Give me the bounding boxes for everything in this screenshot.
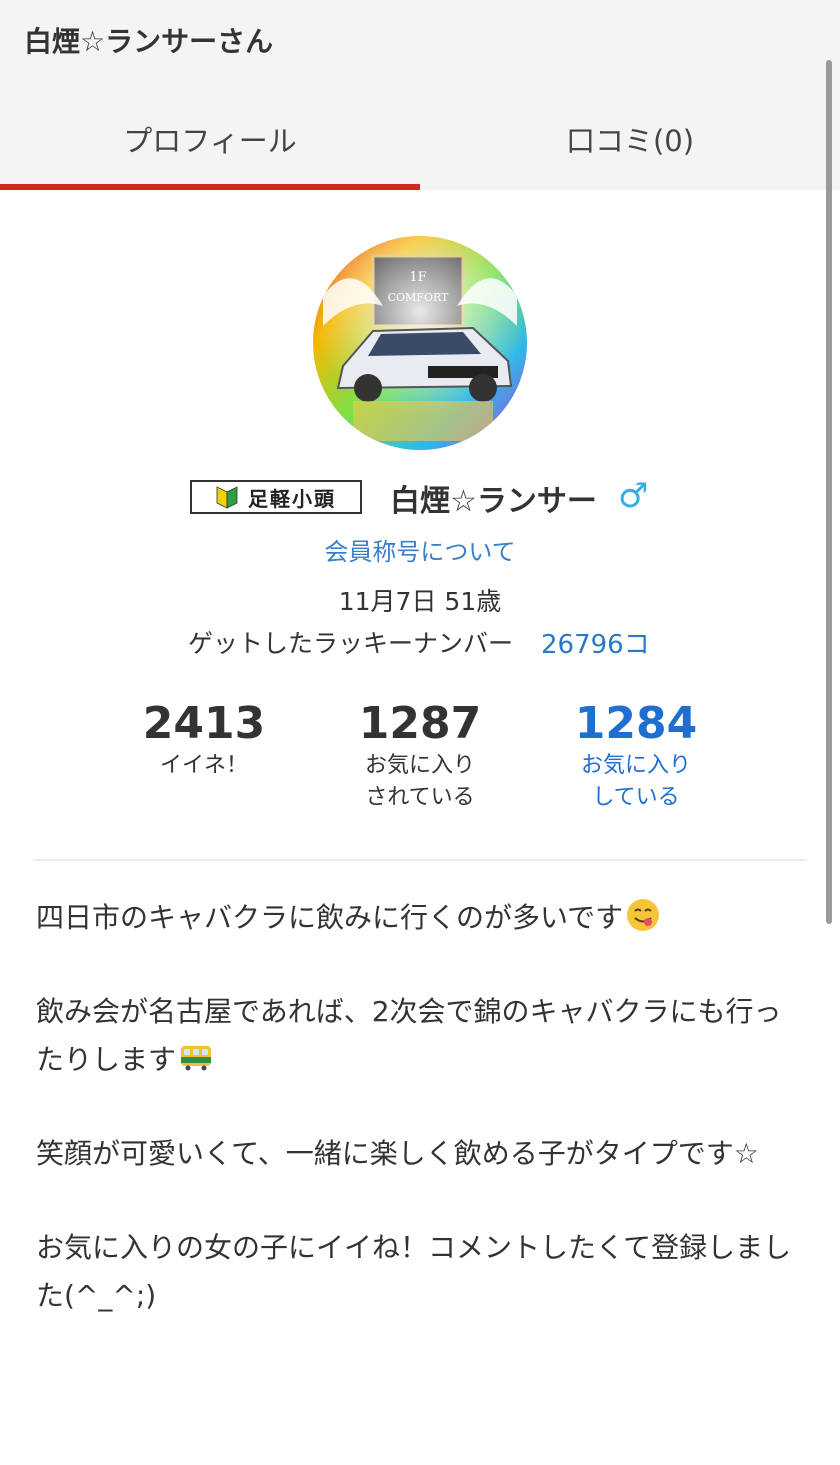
bio-text-1: 四日市のキャバクラに飲みに行くのが多いです [36, 901, 624, 934]
favorited-by-label-line1: お気に入り [364, 753, 475, 778]
active-tab-indicator [0, 184, 420, 190]
divider [34, 859, 806, 861]
savoring-face-emoji [625, 897, 661, 933]
favorited-by-label-line2: されている [365, 785, 475, 810]
header: 白煙☆ランサーさん プロフィール 口コミ(0) [0, 0, 840, 190]
bio-text-2: 飲み会が名古屋であれば、2次会で錦のキャバクラにも行ったりします [36, 995, 782, 1076]
beginner-mark-icon [216, 485, 238, 509]
tab-profile[interactable]: プロフィール [0, 90, 420, 188]
bio: 四日市のキャバクラに飲みに行くのが多いです 飲み会が名古屋であれば、2次会で錦の… [36, 894, 806, 1366]
bio-paragraph: 笑顔が可愛いくて、一緒に楽しく飲める子がタイプです☆ [36, 1137, 759, 1170]
page-title: 白煙☆ランサーさん [24, 25, 274, 58]
stat-likes: 2413 イイネ！ [104, 698, 304, 782]
avatar: 1F COMFORT [313, 236, 527, 450]
favoriting-label-line1[interactable]: お気に入り [536, 750, 736, 782]
username: 白煙☆ランサー [390, 484, 597, 519]
likes-count: 2413 [142, 698, 266, 749]
stat-favoriting[interactable]: 1284 お気に入り している [536, 698, 736, 814]
rank-badge: 足軽小頭 [190, 480, 362, 514]
likes-label: イイネ！ [159, 753, 248, 778]
favorited-by-count: 1287 [358, 698, 482, 749]
stat-favorited-by: 1287 お気に入り されている [320, 698, 520, 814]
favoriting-count[interactable]: 1284 [536, 698, 736, 750]
birthday-age: 11月7日 51歳 [338, 587, 502, 616]
bio-paragraph: 四日市のキャバクラに飲みに行くのが多いです [36, 894, 806, 942]
bio-paragraph: お気に入りの女の子にイイね！コメントしたくて登録しました(^_^;) [36, 1231, 792, 1312]
lucky-number-label: ゲットしたラッキーナンバー [188, 629, 514, 658]
member-title-link[interactable]: 会員称号について [0, 532, 840, 567]
bio-paragraph: 飲み会が名古屋であれば、2次会で錦のキャバクラにも行ったりします [36, 988, 806, 1084]
scrollbar[interactable] [826, 60, 832, 924]
rank-label: 足軽小頭 [248, 486, 336, 511]
tram-emoji [178, 1039, 214, 1075]
tab-reviews[interactable]: 口コミ(0) [420, 90, 840, 188]
favoriting-label-line2[interactable]: している [536, 782, 736, 814]
male-icon: ♂ [618, 476, 649, 516]
lucky-number-value[interactable]: 26796コ [541, 624, 650, 661]
